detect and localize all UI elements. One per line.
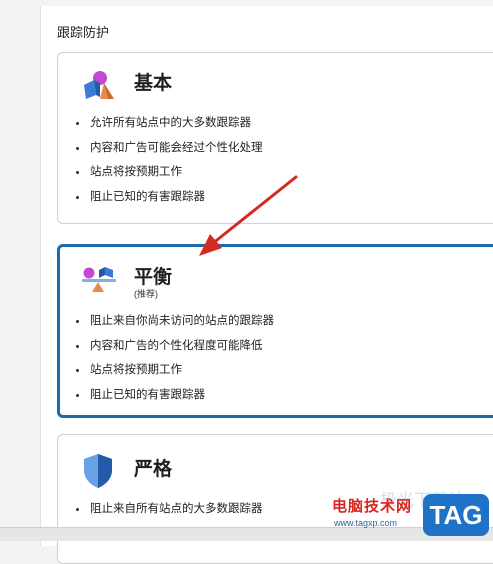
watermark-site-name: 电脑技术网 [332,498,413,515]
balance-scale-icon [78,259,118,299]
card-title: 严格 [134,459,173,480]
shapes-basic-icon [78,65,118,105]
card-bullets: 阻止来自你尚未访问的站点的跟踪器 内容和广告的个性化程度可能降低 站点将按预期工… [76,309,274,407]
bullet-item: 站点将按预期工作 [76,160,263,185]
tracking-protection-panel: 跟踪防护 基本 允许所有站点中的大多数跟踪器 内容和广告可能会经过个性化处理 站… [40,6,493,564]
bullet-item: 阻止来自所有站点的大多数跟踪器 [76,497,263,522]
watermark-url: www.tagxp.com [334,518,398,528]
bullet-item: 阻止来自你尚未访问的站点的跟踪器 [76,309,274,334]
bullet-item: 内容和广告的个性化程度可能降低 [76,334,274,359]
card-bullets: 允许所有站点中的大多数跟踪器 内容和广告可能会经过个性化处理 站点将按预期工作 … [76,111,263,209]
watermark-tag-badge: TAG [423,494,489,536]
card-bullets: 阻止来自所有站点的大多数跟踪器 [76,497,263,522]
bullet-item: 内容和广告可能会经过个性化处理 [76,136,263,161]
watermark: 极光下载站 电脑技术网 www.tagxp.com TAG [330,491,493,540]
bullet-item: 允许所有站点中的大多数跟踪器 [76,111,263,136]
card-title: 基本 [134,73,173,94]
bullet-item: 阻止已知的有害跟踪器 [76,383,274,408]
bullet-item: 站点将按预期工作 [76,358,274,383]
shield-icon [78,451,118,491]
section-title: 跟踪防护 [57,25,110,40]
card-basic[interactable]: 基本 允许所有站点中的大多数跟踪器 内容和广告可能会经过个性化处理 站点将按预期… [57,52,493,224]
card-subtitle: (推荐) [134,289,158,299]
bullet-item: 阻止已知的有害跟踪器 [76,185,263,210]
card-balanced[interactable]: 平衡 (推荐) 阻止来自你尚未访问的站点的跟踪器 内容和广告的个性化程度可能降低… [57,244,493,418]
card-title: 平衡 [134,267,173,288]
